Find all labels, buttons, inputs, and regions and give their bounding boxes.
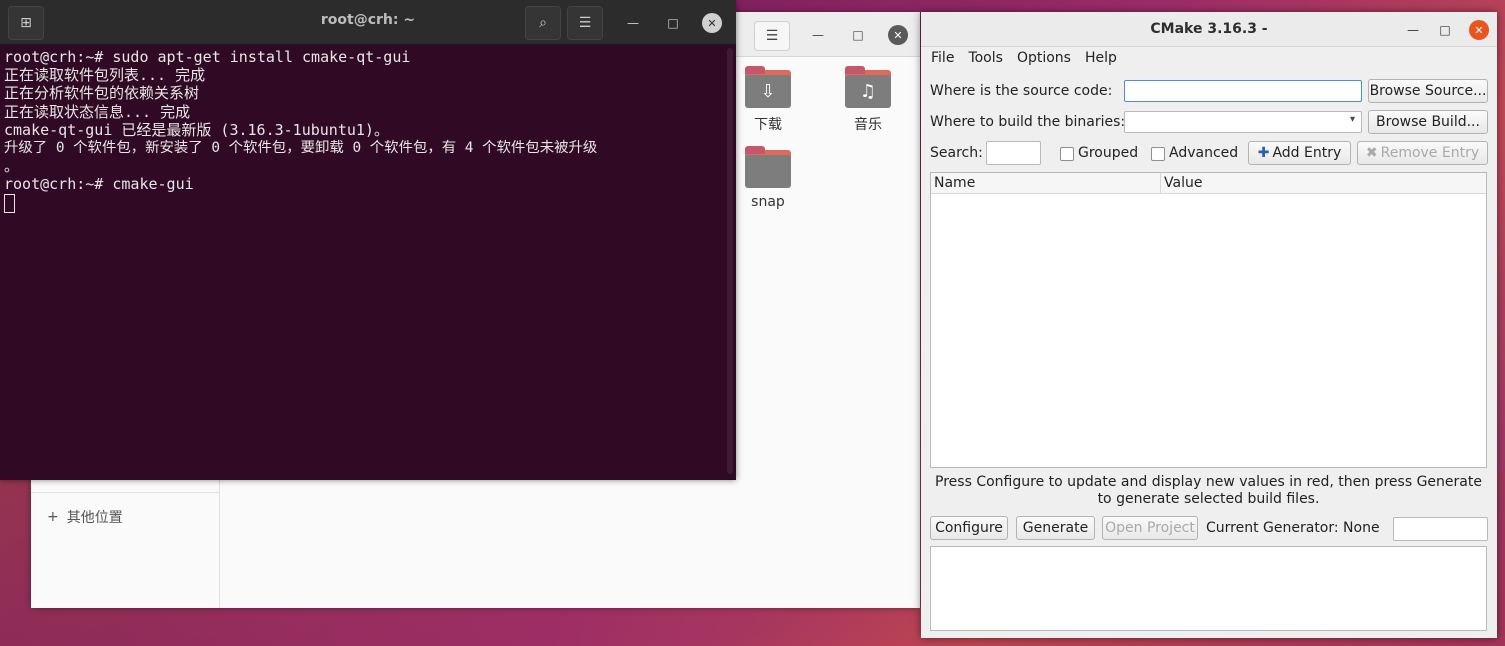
view-menu-button[interactable]: ☰ bbox=[754, 21, 790, 51]
maximize-button[interactable]: □ bbox=[1435, 20, 1455, 40]
search-label: Search: bbox=[930, 145, 983, 161]
terminal-menu-button[interactable]: ☰ bbox=[567, 6, 603, 40]
folder-label: snap bbox=[751, 194, 785, 210]
menu-options[interactable]: Options bbox=[1017, 47, 1071, 69]
folder-downloads[interactable]: ⇩ 下载 bbox=[738, 66, 798, 134]
menu-bar: File Tools Options Help bbox=[921, 47, 1505, 69]
advanced-label: Advanced bbox=[1169, 145, 1239, 161]
minimize-button[interactable]: — bbox=[622, 12, 644, 34]
terminal-line: root@crh:~# sudo apt-get install cmake-q… bbox=[4, 48, 411, 66]
plus-icon: + bbox=[47, 509, 59, 525]
terminal-output[interactable]: root@crh:~# sudo apt-get install cmake-q… bbox=[4, 48, 726, 213]
minimize-icon: — bbox=[812, 28, 824, 42]
instructions-text: Press Configure to update and display ne… bbox=[935, 474, 1482, 507]
close-button[interactable]: ✕ bbox=[1469, 20, 1489, 40]
terminal-line: 正在读取软件包列表... 完成 bbox=[4, 66, 206, 85]
terminal-line: 正在读取状态信息... 完成 bbox=[4, 102, 191, 121]
chevron-down-icon: ▾ bbox=[1349, 114, 1355, 125]
folder-label: 下载 bbox=[754, 117, 782, 133]
grouped-checkbox[interactable] bbox=[1060, 147, 1074, 161]
menu-tools[interactable]: Tools bbox=[968, 47, 1003, 69]
maximize-icon: □ bbox=[1439, 23, 1451, 37]
remove-entry-label: Remove Entry bbox=[1380, 145, 1480, 161]
build-dir-combobox[interactable]: ▾ bbox=[1124, 111, 1362, 133]
remove-entry-button[interactable]: ✖ Remove Entry bbox=[1357, 141, 1488, 165]
minimize-button[interactable]: — bbox=[1403, 20, 1423, 40]
current-generator-label: Current Generator: None bbox=[1206, 520, 1380, 536]
generate-button[interactable]: Generate bbox=[1016, 516, 1095, 540]
browse-source-button[interactable]: Browse Source... bbox=[1368, 79, 1488, 103]
folder-music[interactable]: ♫ 音乐 bbox=[838, 66, 898, 134]
maximize-icon: □ bbox=[852, 28, 864, 42]
menu-file[interactable]: File bbox=[931, 47, 954, 69]
grouped-label: Grouped bbox=[1078, 145, 1139, 161]
terminal-line: 升级了 0 个软件包，新安装了 0 个软件包，要卸载 0 个软件包，有 4 个软… bbox=[4, 140, 598, 157]
add-entry-button[interactable]: ✚ Add Entry bbox=[1248, 141, 1351, 165]
generator-field[interactable] bbox=[1393, 517, 1488, 541]
output-log[interactable] bbox=[930, 546, 1487, 631]
hamburger-icon: ☰ bbox=[578, 15, 592, 31]
sidebar-item-label: 其他位置 bbox=[66, 510, 123, 526]
close-icon: ✕ bbox=[888, 25, 908, 45]
build-label: Where to build the binaries: bbox=[930, 114, 1126, 130]
terminal-scrollbar[interactable] bbox=[727, 48, 733, 474]
maximize-button[interactable]: □ bbox=[662, 12, 684, 34]
maximize-button[interactable]: □ bbox=[847, 24, 869, 46]
close-icon: ✕ bbox=[702, 13, 722, 33]
search-input[interactable] bbox=[986, 141, 1041, 165]
folder-icon bbox=[745, 146, 791, 188]
music-folder-icon: ♫ bbox=[845, 66, 891, 108]
close-button[interactable]: ✕ bbox=[887, 24, 909, 46]
folder-snap[interactable]: snap bbox=[738, 146, 798, 210]
terminal-header: ⊞ root@crh: ~ ⌕ ☰ — □ ✕ bbox=[0, 0, 736, 45]
terminal-line: cmake-qt-gui 已经是最新版 (3.16.3-1ubuntu1)。 bbox=[4, 120, 389, 139]
column-header-name[interactable]: Name bbox=[931, 173, 1161, 194]
advanced-checkbox[interactable] bbox=[1151, 147, 1165, 161]
terminal-line: root@crh:~# cmake-gui bbox=[4, 175, 194, 194]
sidebar-divider bbox=[31, 492, 219, 493]
source-input[interactable] bbox=[1124, 80, 1362, 102]
search-button[interactable]: ⌕ bbox=[525, 6, 561, 40]
remove-icon: ✖ bbox=[1365, 145, 1378, 161]
cmake-window: CMake 3.16.3 - — □ ✕ File Tools Options … bbox=[921, 12, 1497, 638]
download-folder-icon: ⇩ bbox=[745, 66, 791, 108]
terminal-line: 。 bbox=[4, 157, 20, 176]
text-cursor bbox=[4, 193, 15, 213]
cmake-titlebar: CMake 3.16.3 - — □ ✕ bbox=[921, 12, 1497, 47]
folder-label: 音乐 bbox=[854, 117, 882, 133]
sidebar-item-other-locations[interactable]: + 其他位置 bbox=[47, 507, 123, 527]
close-icon: ✕ bbox=[1474, 23, 1484, 37]
close-button[interactable]: ✕ bbox=[701, 12, 723, 34]
browse-build-button[interactable]: Browse Build... bbox=[1368, 110, 1488, 134]
hamburger-icon: ☰ bbox=[765, 28, 779, 44]
add-entry-label: Add Entry bbox=[1272, 145, 1342, 161]
column-header-value[interactable]: Value bbox=[1161, 173, 1486, 194]
plus-icon: ✚ bbox=[1257, 145, 1270, 161]
terminal-line: 正在分析软件包的依赖关系树 bbox=[4, 84, 200, 103]
maximize-icon: □ bbox=[667, 16, 679, 30]
search-icon: ⌕ bbox=[539, 15, 547, 31]
minimize-icon: — bbox=[627, 16, 639, 30]
configure-button[interactable]: Configure bbox=[930, 516, 1008, 540]
minimize-icon: — bbox=[1407, 23, 1419, 37]
terminal-window[interactable]: ⊞ root@crh: ~ ⌕ ☰ — □ ✕ root@crh:~# sudo… bbox=[0, 0, 736, 480]
open-project-button[interactable]: Open Project bbox=[1102, 516, 1198, 540]
minimize-button[interactable]: — bbox=[807, 24, 829, 46]
cache-table[interactable]: Name Value bbox=[930, 172, 1487, 468]
menu-help[interactable]: Help bbox=[1085, 47, 1117, 69]
source-label: Where is the source code: bbox=[930, 83, 1113, 99]
